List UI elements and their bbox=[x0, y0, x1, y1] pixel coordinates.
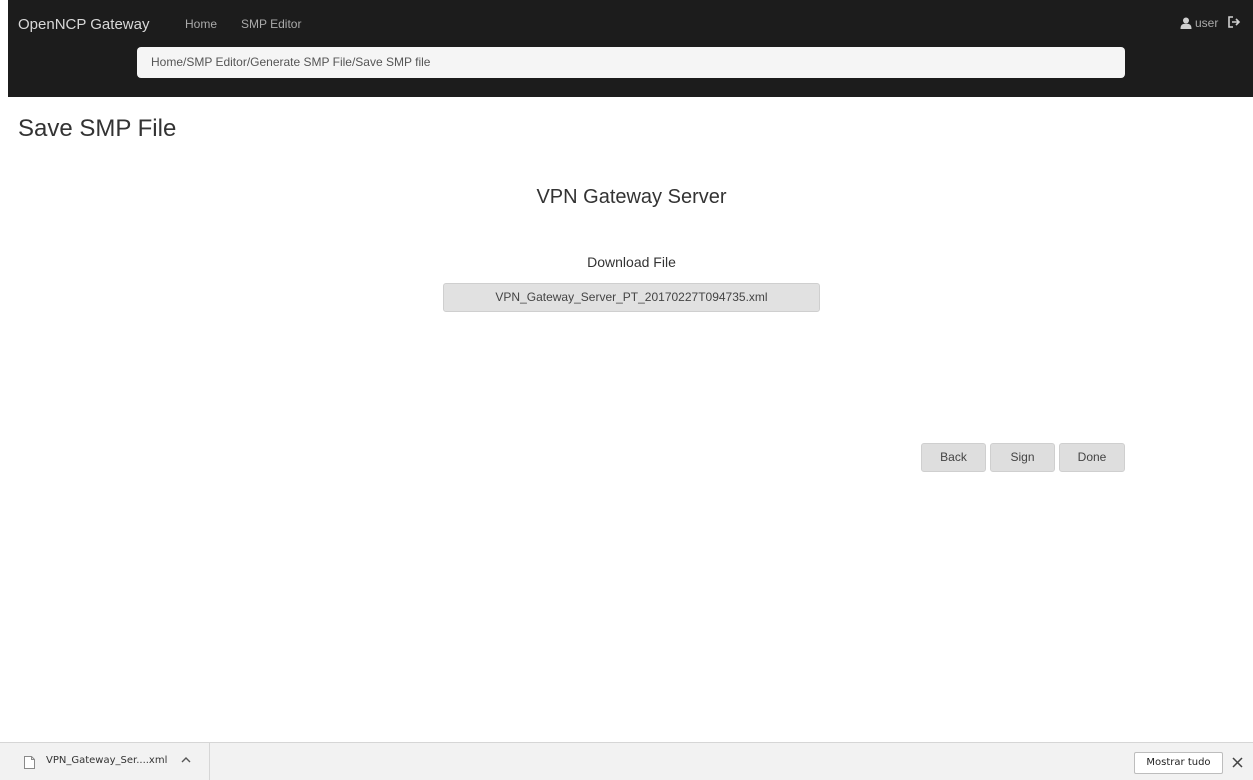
file-icon bbox=[24, 756, 35, 769]
user-menu[interactable]: user bbox=[1180, 16, 1218, 30]
top-navbar: OpenNCP Gateway Home SMP Editor user Hom… bbox=[0, 0, 1253, 97]
nav-home-link[interactable]: Home bbox=[185, 17, 217, 31]
server-title: VPN Gateway Server bbox=[536, 186, 727, 208]
nav-smp-editor-link[interactable]: SMP Editor bbox=[241, 17, 301, 31]
left-edge-strip bbox=[0, 0, 8, 97]
done-button[interactable]: Done bbox=[1059, 443, 1125, 472]
download-file-label: Download File bbox=[587, 254, 676, 270]
browser-download-bar: VPN_Gateway_Ser....xml Mostrar tudo bbox=[0, 742, 1253, 780]
chevron-up-icon[interactable] bbox=[180, 754, 192, 766]
download-item[interactable]: VPN_Gateway_Ser....xml bbox=[0, 743, 210, 780]
show-all-downloads-button[interactable]: Mostrar tudo bbox=[1134, 752, 1223, 774]
download-file-button[interactable]: VPN_Gateway_Server_PT_20170227T094735.xm… bbox=[443, 283, 820, 312]
logout-icon[interactable] bbox=[1227, 15, 1241, 29]
download-file-name: VPN_Gateway_Ser....xml bbox=[46, 755, 168, 766]
brand-link[interactable]: OpenNCP Gateway bbox=[18, 16, 149, 33]
close-icon[interactable] bbox=[1232, 757, 1243, 768]
user-icon bbox=[1180, 17, 1192, 29]
user-label: user bbox=[1195, 16, 1219, 30]
page-title: Save SMP File bbox=[18, 115, 177, 142]
back-button[interactable]: Back bbox=[921, 443, 986, 472]
sign-button[interactable]: Sign bbox=[990, 443, 1055, 472]
breadcrumb: Home/SMP Editor/Generate SMP File/Save S… bbox=[137, 47, 1125, 78]
